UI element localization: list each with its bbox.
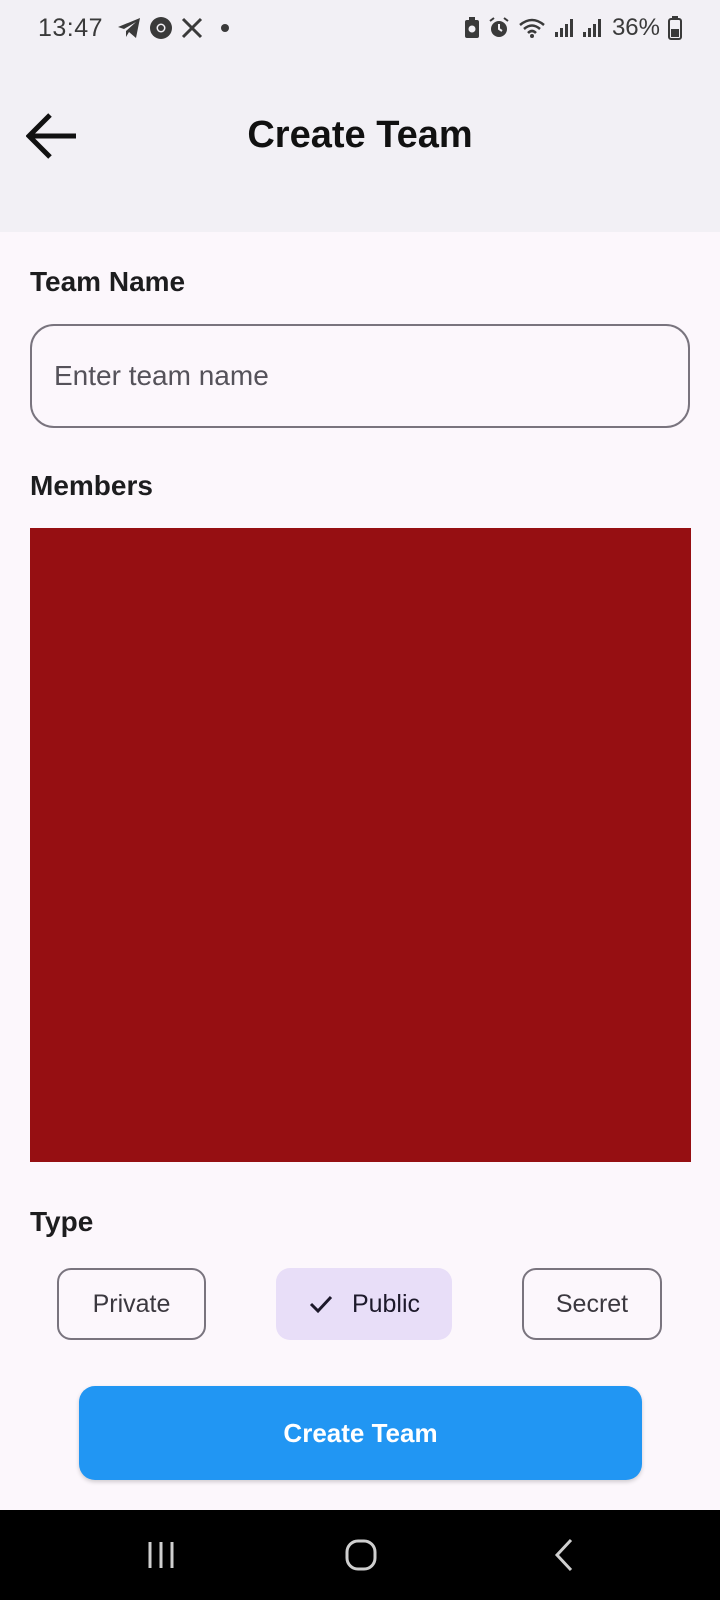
battery-saver-icon [464, 14, 480, 42]
signal-icon [554, 14, 574, 42]
app-bar: Create Team [0, 56, 720, 232]
status-right: 36% [464, 14, 682, 42]
type-chip-private[interactable]: Private [57, 1268, 206, 1340]
battery-percent: 36% [611, 14, 660, 41]
create-team-button-label: Create Team [283, 1417, 438, 1448]
check-icon [308, 1291, 334, 1317]
telegram-icon [117, 14, 141, 42]
chip-label-private: Private [92, 1289, 171, 1318]
notification-dot [221, 24, 230, 32]
members-label: Members [30, 470, 153, 501]
signal-icon-2 [582, 14, 602, 42]
recents-button[interactable] [131, 1532, 191, 1578]
chip-label-public: Public [351, 1289, 421, 1318]
team-name-input[interactable] [30, 324, 690, 428]
status-bar: 13:47 36% [0, 0, 720, 56]
chip-label-secret: Secret [555, 1289, 629, 1318]
type-label: Type [30, 1206, 94, 1237]
team-name-label: Team Name [30, 266, 186, 297]
status-time: 13:47 [38, 13, 104, 42]
type-chip-secret[interactable]: Secret [522, 1268, 662, 1340]
wifi-icon [518, 14, 546, 42]
type-chip-public[interactable]: Public [276, 1268, 452, 1340]
status-left: 13:47 [38, 13, 230, 43]
system-nav-bar [0, 1510, 720, 1600]
battery-icon [668, 14, 682, 42]
create-team-button[interactable]: Create Team [79, 1386, 642, 1480]
chrome-icon [149, 14, 173, 42]
members-panel [30, 528, 691, 1162]
home-icon [345, 1539, 377, 1571]
home-button[interactable] [331, 1532, 391, 1578]
back-icon [554, 1538, 573, 1572]
x-icon [181, 14, 203, 42]
page-title: Create Team [247, 114, 473, 156]
recents-icon [148, 1542, 174, 1568]
alarm-icon [488, 14, 510, 42]
system-back-button[interactable] [534, 1532, 594, 1578]
